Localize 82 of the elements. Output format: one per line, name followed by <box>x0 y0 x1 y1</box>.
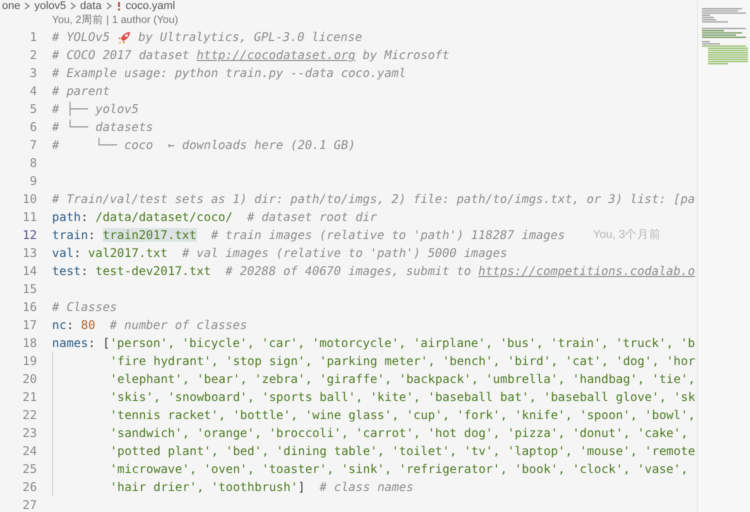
code-token: 'potted plant', 'bed', 'dining table', 'toilet', 'tv', 'laptop', 'mouse', 'remote <box>110 444 696 458</box>
line-number: 4 <box>28 83 37 100</box>
code-token: # └── coco ← downloads here (20.1 GB) <box>52 138 356 152</box>
code-token: # 20288 of 40670 images, submit to <box>224 264 472 278</box>
code-token: 'hair drier', 'toothbrush' <box>110 480 298 494</box>
code-token: # ├── yolov5 <box>52 102 139 116</box>
code-token: train2017.txt <box>102 228 196 242</box>
code-token: # parent <box>52 84 110 98</box>
line-number: 3 <box>28 65 37 82</box>
code-token: # class names <box>318 480 414 494</box>
line-number: 25 <box>22 461 37 478</box>
line-number: 9 <box>28 173 37 190</box>
line-number: 16 <box>22 299 37 316</box>
chevron-icon <box>24 2 30 10</box>
chevron-icon <box>70 2 76 10</box>
line-number: 13 <box>22 245 37 262</box>
code-token: by Microsoft <box>362 48 450 62</box>
code-token: : <box>66 318 75 332</box>
line-number: 26 <box>22 479 37 496</box>
line-number: 11 <box>22 209 37 226</box>
code-token: # dataset root dir <box>246 210 378 224</box>
code-token: 'skis', 'snowboard', 'sports ball', 'kite', 'baseball bat', 'baseball glove', 'sk <box>110 390 696 404</box>
line-number: 14 <box>22 263 37 280</box>
line-number: 23 <box>22 425 37 442</box>
line-number: 27 <box>22 497 37 512</box>
blame-annotation: You, 3个月前 <box>592 228 662 243</box>
code-token: 'microwave', 'oven', 'toaster', 'sink', 'refrigerator', 'book', 'clock', 'vase', <box>110 462 688 476</box>
code-token: train <box>52 228 88 242</box>
rocket-icon <box>117 30 132 45</box>
code-token: test-dev2017.txt <box>95 264 211 278</box>
code-token: 'person', 'bicycle', 'car', 'motorcycle', 'airplane', 'bus', 'train', 'truck', 'b <box>110 336 696 350</box>
code-token: : [ <box>88 336 110 350</box>
breadcrumb-item[interactable]: yolov5 <box>34 0 66 12</box>
code-token: # YOLOv5 <box>52 30 111 44</box>
line-number: 8 <box>28 155 37 172</box>
code-token: 'tennis racket', 'bottle', 'wine glass', 'cup', 'fork', 'knife', 'spoon', 'bowl', <box>110 408 696 422</box>
code-token: : <box>80 264 90 278</box>
breadcrumb-item[interactable]: one <box>2 0 20 12</box>
line-number: 1 <box>28 29 37 46</box>
code-token: # Classes <box>52 300 118 314</box>
code-token: : <box>80 210 90 224</box>
code-token: : <box>88 228 96 242</box>
line-number: 6 <box>28 119 37 136</box>
code-token: 'sandwich', 'orange', 'broccoli', 'carrot', 'hot dog', 'pizza', 'donut', 'cake', <box>110 426 688 440</box>
code-token: by Ultralytics, GPL-3.0 license <box>137 30 362 44</box>
code-token: test <box>52 264 81 278</box>
line-number: 19 <box>22 353 37 370</box>
line-number: 18 <box>22 335 37 352</box>
code-token: nc <box>52 318 66 332</box>
line-number: 24 <box>22 443 37 460</box>
code-token: : <box>74 246 82 260</box>
code-token: val <box>52 246 74 260</box>
code-token: names <box>52 336 88 350</box>
code-token: /data/dataset/coco/ <box>95 210 233 224</box>
chevron-icon <box>106 2 112 10</box>
code-token: # COCO 2017 dataset <box>52 48 190 62</box>
code-token: # Example usage: python train.py --data coco.yaml <box>52 66 406 80</box>
code-token: 80 <box>80 318 96 332</box>
exclamation-icon <box>116 1 122 11</box>
code-token: path <box>52 210 81 224</box>
code-token: # └── datasets <box>52 120 154 134</box>
code-token: # Train/val/test sets as 1) dir: path/to/imgs, 2) file: path/to/imgs.txt, or 3) list: [pa <box>52 192 695 206</box>
line-number: 7 <box>28 137 37 154</box>
line-number: 22 <box>22 407 37 424</box>
code-token: ] <box>298 480 306 494</box>
code-token: val2017.txt <box>88 246 168 260</box>
code-token: # val images (relative to 'path') 5000 images <box>181 246 508 260</box>
code-token: 'fire hydrant', 'stop sign', 'parking meter', 'bench', 'bird', 'cat', 'dog', 'hor <box>110 354 696 368</box>
codelens-text: You, 2周前 | 1 author (You) <box>51 13 180 28</box>
line-number: 21 <box>22 389 37 406</box>
breadcrumb-item[interactable]: coco.yaml <box>126 0 176 12</box>
line-number: 20 <box>22 371 37 388</box>
line-number: 12 <box>22 227 37 244</box>
line-number: 10 <box>22 191 37 208</box>
line-number: 17 <box>22 317 37 334</box>
line-number: 15 <box>22 281 37 298</box>
breadcrumb-item[interactable]: data <box>80 0 102 12</box>
line-number: 2 <box>28 47 37 64</box>
line-number: 5 <box>28 101 37 118</box>
code-token: 'elephant', 'bear', 'zebra', 'giraffe', 'backpack', 'umbrella', 'handbag', 'tie', <box>110 372 696 386</box>
code-token: # train images (relative to 'path') 118287 images <box>210 228 565 242</box>
code-token: # number of classes <box>108 318 248 332</box>
